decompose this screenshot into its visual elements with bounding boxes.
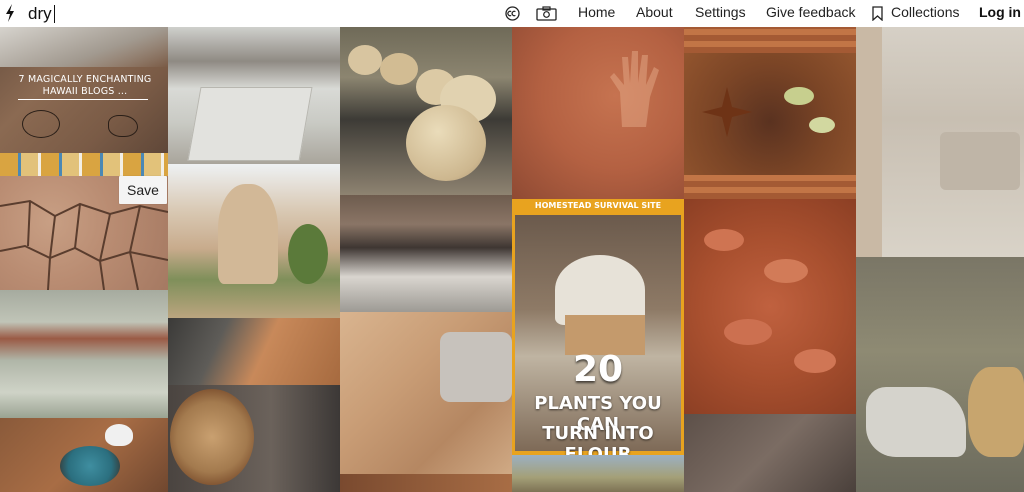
wave-foam xyxy=(0,27,168,67)
image-tile-dye-bowl[interactable] xyxy=(0,418,168,492)
title-underline xyxy=(18,99,148,100)
image-tile-cloth-rocks[interactable] xyxy=(856,257,1024,492)
nav-home-link[interactable]: Home xyxy=(578,0,615,27)
nav-about-link[interactable]: About xyxy=(636,0,673,27)
potato xyxy=(764,259,808,283)
search-field[interactable]: dry xyxy=(28,0,55,27)
stone xyxy=(380,53,418,85)
hand-print xyxy=(610,51,659,127)
stone-pillar xyxy=(856,27,882,257)
image-tile-sweet-potatoes[interactable] xyxy=(684,199,856,414)
bookmark-icon[interactable] xyxy=(870,3,884,23)
creative-commons-icon[interactable] xyxy=(503,3,521,23)
turtle-drawing xyxy=(108,115,138,137)
tree xyxy=(288,224,328,284)
cinnamon-sticks xyxy=(684,27,856,53)
stone xyxy=(406,105,486,181)
potato xyxy=(704,229,744,251)
save-button[interactable]: Save xyxy=(119,176,167,204)
drying-cloth xyxy=(187,87,313,161)
search-input[interactable]: dry xyxy=(28,4,52,24)
image-tile-drying-racks[interactable] xyxy=(340,195,512,312)
image-tile-dough-texture[interactable] xyxy=(340,312,512,474)
nav-collections-link[interactable]: Collections xyxy=(891,0,959,27)
nav-settings-link[interactable]: Settings xyxy=(695,0,746,27)
cardamom xyxy=(784,87,814,105)
cinnamon-sticks xyxy=(684,175,856,199)
turtle-drawing xyxy=(22,110,60,138)
text-cursor xyxy=(53,4,55,23)
image-tile-sagebrush[interactable] xyxy=(0,290,168,418)
dye-bowl xyxy=(60,446,120,486)
stone-block xyxy=(940,132,1020,190)
stone xyxy=(348,45,382,75)
image-tile-textile-wood[interactable] xyxy=(168,318,340,385)
star-anise xyxy=(702,87,752,137)
image-tile-cappadocia-field[interactable] xyxy=(168,27,340,164)
image-tile-nut-bowl[interactable] xyxy=(168,385,340,492)
cloth-fold xyxy=(440,332,512,402)
potato xyxy=(794,349,836,373)
cardamom xyxy=(809,117,835,133)
nav-login-link[interactable]: Log in xyxy=(979,0,1021,27)
tile-title: 7 MAGICALLY ENCHANTING HAWAII BLOGS ... xyxy=(18,74,152,97)
top-bar: dry Home About Settings Give feedback Co… xyxy=(0,0,1024,27)
camera-icon[interactable] xyxy=(535,3,557,23)
poster-site-name: HOMESTEAD SURVIVAL SITE xyxy=(534,201,662,210)
image-tile-hand-painting[interactable] xyxy=(512,27,684,199)
image-tile-flour-poster[interactable]: HOMESTEAD SURVIVAL SITE 20 PLANTS YOU CA… xyxy=(512,199,684,455)
white-cloth xyxy=(866,387,966,457)
rock-formation xyxy=(218,184,278,284)
nav-feedback-link[interactable]: Give feedback xyxy=(766,0,856,27)
person-white-hat xyxy=(105,424,133,446)
image-tile-round-stones[interactable] xyxy=(340,27,512,195)
image-tile-dried-fish[interactable] xyxy=(684,414,856,492)
lightning-bolt-icon[interactable] xyxy=(5,4,15,22)
poster-line2: TURN INTO FLOUR xyxy=(542,423,654,455)
image-tile-bottom[interactable] xyxy=(340,474,512,492)
image-tile-rock-valley[interactable] xyxy=(168,164,340,318)
nut-bowl xyxy=(170,389,254,485)
potato xyxy=(724,319,772,345)
image-tile-book-strip[interactable] xyxy=(0,153,168,176)
image-tile-hawaii-blogs[interactable]: 7 MAGICALLY ENCHANTING HAWAII BLOGS ... xyxy=(0,27,168,153)
poster-number: 20 xyxy=(572,349,624,390)
image-tile-spices[interactable] xyxy=(684,27,856,199)
image-tile-town[interactable] xyxy=(512,455,684,492)
image-tile-stone-ruins[interactable] xyxy=(856,27,1024,257)
basket xyxy=(968,367,1024,457)
